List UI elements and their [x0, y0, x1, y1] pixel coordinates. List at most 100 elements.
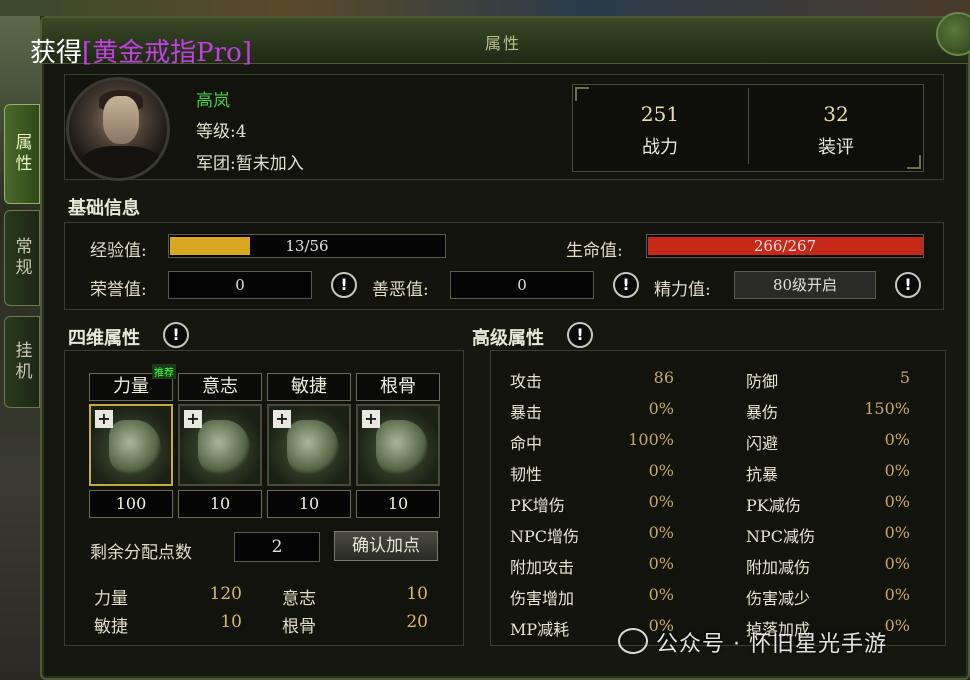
- energy-value-field: 80级开启: [734, 271, 876, 299]
- remaining-points-label: 剩余分配点数: [90, 543, 192, 563]
- character-guild: 军团:暂未加入: [196, 154, 304, 174]
- honor-info-icon[interactable]: !: [331, 272, 357, 298]
- window-title: 属性: [485, 34, 522, 53]
- constitution-icon[interactable]: +: [356, 404, 440, 486]
- add-will-icon[interactable]: +: [184, 410, 202, 428]
- summary-will-value: 10: [406, 584, 428, 604]
- wechat-logo-icon: [618, 628, 648, 654]
- adv-right-value-3: 0%: [884, 461, 910, 480]
- adv-left-label-5: NPC增伤: [510, 527, 580, 546]
- adv-right-label-7: 伤害减少: [746, 589, 811, 608]
- add-constitution-icon[interactable]: +: [362, 410, 380, 428]
- stat-divider: [748, 88, 749, 164]
- adv-left-value-7: 0%: [648, 585, 674, 604]
- summary-agility-value: 10: [220, 612, 242, 632]
- will-glyph-icon: [198, 420, 250, 476]
- avatar-coat: [81, 146, 161, 178]
- adv-left-value-5: 0%: [648, 523, 674, 542]
- tab-auto-battle[interactable]: 挂机: [4, 316, 40, 408]
- adv-right-value-7: 0%: [884, 585, 910, 604]
- adv-left-value-1: 0%: [648, 399, 674, 418]
- tab-general-label: 常规: [11, 237, 32, 279]
- honor-value: 0: [235, 276, 245, 294]
- notice-prefix: 获得: [30, 38, 83, 68]
- constitution-value: 10: [356, 490, 440, 518]
- notice-item-name: [黄金戒指Pro]: [82, 38, 252, 68]
- agility-glyph-icon: [287, 420, 339, 476]
- karma-value: 0: [517, 276, 527, 294]
- tab-attributes-label: 属性: [11, 133, 32, 175]
- adv-right-value-6: 0%: [884, 554, 910, 573]
- adv-left-label-1: 暴击: [510, 403, 543, 422]
- adv-left-value-4: 0%: [648, 492, 674, 511]
- adv-left-value-2: 100%: [628, 430, 674, 449]
- adv-right-value-2: 0%: [884, 430, 910, 449]
- character-avatar[interactable]: [66, 77, 170, 181]
- adv-right-label-1: 暴伤: [746, 403, 779, 422]
- character-level: 等级:4: [196, 122, 247, 142]
- gear-score-label: 装评: [818, 137, 854, 158]
- honor-label: 荣誉值:: [90, 280, 147, 300]
- hp-bar: 266/267: [646, 234, 924, 258]
- remaining-points-value: 2: [271, 537, 283, 557]
- energy-info-icon[interactable]: !: [895, 272, 921, 298]
- summary-agility-label: 敏捷: [94, 617, 128, 637]
- adv-left-label-8: MP减耗: [510, 620, 570, 639]
- four-dim-info-icon[interactable]: !: [163, 322, 189, 348]
- confirm-points-button[interactable]: 确认加点: [334, 531, 438, 561]
- remaining-points-field: 2: [234, 532, 320, 562]
- adv-left-value-3: 0%: [648, 461, 674, 480]
- will-icon[interactable]: +: [178, 404, 262, 486]
- agility-value: 10: [267, 490, 351, 518]
- adv-right-label-4: PK减伤: [746, 496, 801, 515]
- attr-head-constitution: 根骨: [356, 373, 440, 401]
- summary-strength-value: 120: [209, 584, 242, 604]
- watermark-text: 公众号 · 怀旧星光手游: [656, 632, 887, 657]
- adv-left-label-3: 韧性: [510, 465, 543, 484]
- attr-head-will: 意志: [178, 373, 262, 401]
- recommend-badge: 推荐: [152, 364, 176, 379]
- attr-head-agility: 敏捷: [267, 373, 351, 401]
- basic-info-title: 基础信息: [68, 198, 140, 219]
- adv-left-label-0: 攻击: [510, 372, 543, 391]
- energy-label: 精力值:: [654, 280, 711, 300]
- combat-power-label: 战力: [642, 137, 678, 158]
- honor-value-field: 0: [168, 271, 312, 299]
- adv-right-label-3: 抗暴: [746, 465, 779, 484]
- adv-right-label-5: NPC减伤: [746, 527, 816, 546]
- adv-right-value-4: 0%: [884, 492, 910, 511]
- exp-bar: 13/56: [168, 234, 446, 258]
- tab-attributes[interactable]: 属性: [4, 104, 40, 204]
- karma-value-field: 0: [450, 271, 594, 299]
- exp-value: 13/56: [285, 237, 329, 255]
- adv-right-value-1: 150%: [864, 399, 910, 418]
- adv-left-label-4: PK增伤: [510, 496, 565, 515]
- adv-left-value-0: 86: [653, 368, 674, 387]
- energy-value: 80级开启: [772, 276, 838, 294]
- hp-label: 生命值:: [566, 241, 623, 261]
- summary-will-label: 意志: [282, 589, 316, 609]
- adv-right-label-0: 防御: [746, 372, 779, 391]
- add-agility-icon[interactable]: +: [273, 410, 291, 428]
- summary-strength-label: 力量: [94, 589, 128, 609]
- summary-constitution-label: 根骨: [282, 617, 316, 637]
- summary-constitution-value: 20: [406, 612, 428, 632]
- strength-icon[interactable]: +: [89, 404, 173, 486]
- agility-icon[interactable]: +: [267, 404, 351, 486]
- scene-top-strip: [0, 0, 970, 16]
- will-value: 10: [178, 490, 262, 518]
- adv-right-value-5: 0%: [884, 523, 910, 542]
- adv-left-label-2: 命中: [510, 434, 543, 453]
- exp-label: 经验值:: [90, 241, 147, 261]
- adv-right-value-0: 5: [899, 368, 910, 387]
- adv-left-label-7: 伤害增加: [510, 589, 575, 608]
- item-obtained-notice: 获得[黄金戒指Pro]: [30, 32, 252, 69]
- hp-value: 266/267: [753, 237, 817, 255]
- advanced-info-icon[interactable]: !: [567, 322, 593, 348]
- four-dim-title: 四维属性: [68, 328, 140, 349]
- add-strength-icon[interactable]: +: [95, 410, 113, 428]
- advanced-title: 高级属性: [472, 328, 544, 349]
- tab-general[interactable]: 常规: [4, 210, 40, 306]
- karma-info-icon[interactable]: !: [613, 272, 639, 298]
- gear-score-value: 32: [823, 102, 849, 126]
